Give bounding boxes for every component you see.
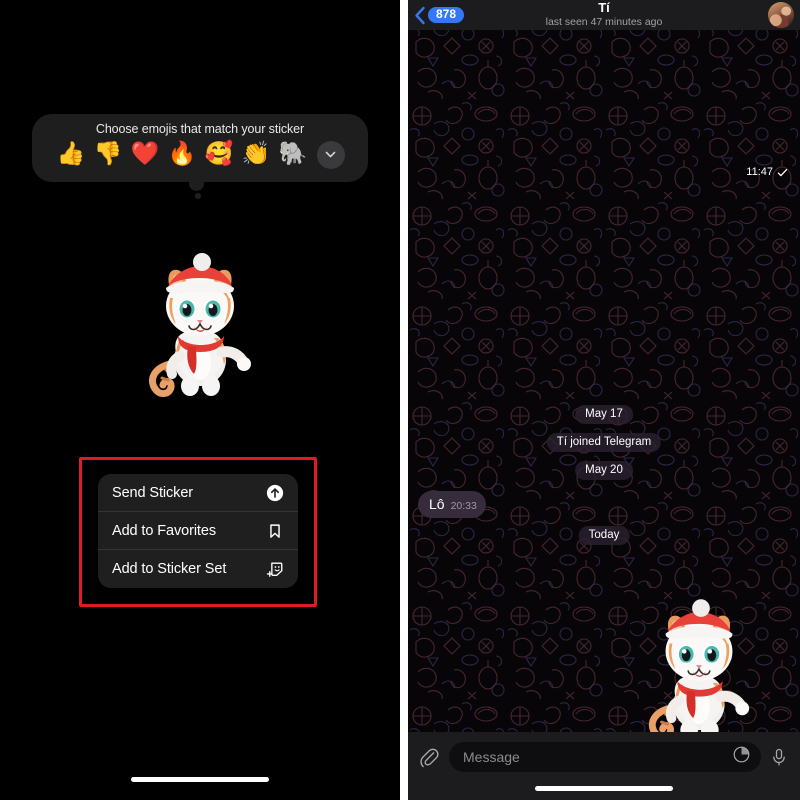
chat-title: Tí — [598, 0, 610, 15]
callout-tail — [189, 180, 204, 191]
menu-item-send-sticker[interactable]: Send Sticker — [98, 474, 298, 512]
chevron-left-icon — [414, 6, 426, 25]
menu-item-add-to-favorites[interactable]: Add to Favorites — [98, 512, 298, 550]
red-heart-emoji[interactable]: ❤️ — [130, 139, 161, 170]
chat-header: 878 Tí last seen 47 minutes ago — [408, 0, 800, 30]
chat-title-block: Tí last seen 47 minutes ago — [408, 0, 800, 30]
delivered-check-icon — [777, 168, 788, 176]
message-text: Lô — [429, 496, 445, 512]
clapping-hands-emoji[interactable]: 👏 — [241, 139, 272, 170]
thumbs-up-emoji[interactable]: 👍 — [56, 139, 87, 170]
message-list[interactable]: May 17 Tí joined Telegram May 20 Lô 20:3… — [408, 30, 800, 741]
add-sticker-icon — [265, 559, 285, 579]
home-indicator[interactable] — [131, 777, 269, 782]
elephant-emoji[interactable]: 🐘 — [278, 139, 309, 170]
voice-record-button[interactable] — [768, 742, 790, 772]
attach-button[interactable] — [416, 742, 442, 772]
sticker-button[interactable] — [732, 745, 751, 769]
message-input-field[interactable]: Message — [449, 742, 761, 772]
fire-emoji[interactable]: 🔥 — [167, 139, 198, 170]
emoji-row: 👍 👎 ❤️ 🔥 🥰 👏 🐘 — [50, 139, 351, 170]
emoji-expand-button[interactable] — [316, 140, 345, 169]
sticker-context-menu: Send Sticker Add to Favorites Add to Sti… — [98, 474, 298, 588]
emoji-chooser-title: Choose emojis that match your sticker — [95, 122, 305, 136]
menu-item-label: Add to Sticker Set — [112, 561, 227, 577]
chat-status: last seen 47 minutes ago — [545, 15, 663, 28]
date-divider-may-17: May 17 — [575, 405, 633, 424]
bookmark-icon — [265, 521, 285, 541]
panel-divider — [400, 0, 408, 800]
service-joined-telegram: Tí joined Telegram — [546, 433, 662, 452]
right-panel-chat: 878 Tí last seen 47 minutes ago May 17 T… — [408, 0, 800, 800]
message-time: 11:47 — [746, 166, 773, 178]
home-indicator[interactable] — [535, 786, 673, 791]
screenshot-root: Choose emojis that match your sticker 👍 … — [0, 0, 800, 800]
send-arrow-up-icon — [265, 483, 285, 503]
sticker-icon — [733, 746, 750, 763]
message-placeholder: Message — [463, 749, 520, 765]
microphone-icon — [773, 748, 785, 766]
chevron-down-icon — [325, 151, 336, 158]
menu-item-label: Add to Favorites — [112, 522, 216, 539]
menu-item-label: Send Sticker — [112, 484, 194, 501]
cat-santa-sticker[interactable] — [140, 252, 260, 402]
emoji-chooser-panel: Choose emojis that match your sticker 👍 … — [32, 114, 368, 182]
back-button[interactable]: 878 — [414, 6, 465, 25]
message-time: 20:33 — [450, 500, 477, 512]
date-divider-may-20: May 20 — [575, 461, 633, 480]
left-panel-sticker-preview: Choose emojis that match your sticker 👍 … — [0, 0, 400, 800]
paperclip-icon — [420, 748, 439, 768]
menu-item-add-to-sticker-set[interactable]: Add to Sticker Set — [98, 550, 298, 588]
sticker-message-meta: 11:47 — [746, 166, 788, 178]
unread-count-badge: 878 — [428, 6, 465, 24]
callout-tail-dot — [195, 193, 201, 199]
contact-avatar[interactable] — [768, 2, 794, 28]
outgoing-sticker-message[interactable] — [640, 598, 758, 746]
thumbs-down-emoji[interactable]: 👎 — [93, 139, 124, 170]
date-divider-today: Today — [578, 526, 630, 545]
incoming-message-lo[interactable]: Lô 20:33 — [418, 491, 486, 518]
smiling-face-with-hearts-emoji[interactable]: 🥰 — [204, 139, 235, 170]
avatar-image — [768, 2, 794, 28]
